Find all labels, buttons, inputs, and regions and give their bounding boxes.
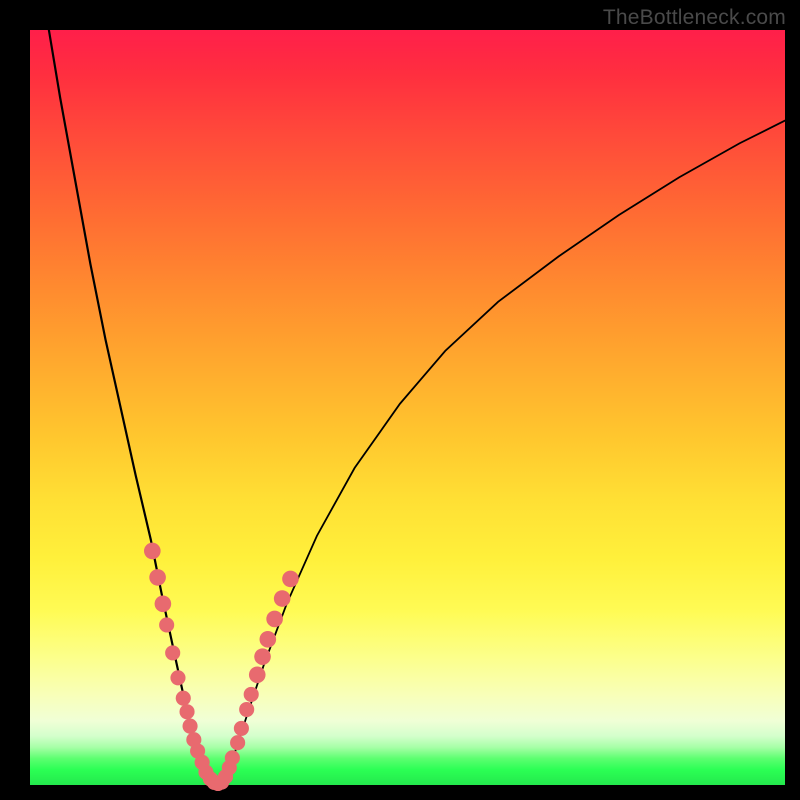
highlight-dot bbox=[183, 719, 198, 734]
highlight-dot bbox=[266, 611, 283, 628]
curve-group bbox=[49, 30, 785, 785]
highlight-dot bbox=[234, 721, 249, 736]
highlight-dot bbox=[239, 702, 254, 717]
highlight-dot bbox=[176, 691, 191, 706]
chart-svg bbox=[30, 30, 785, 785]
highlight-dot bbox=[155, 595, 172, 612]
highlight-dot bbox=[244, 687, 259, 702]
plot-area bbox=[30, 30, 785, 785]
highlight-dot bbox=[170, 670, 185, 685]
highlight-dot bbox=[159, 617, 174, 632]
highlight-dot bbox=[260, 631, 277, 648]
highlight-dot bbox=[254, 648, 271, 665]
highlight-dot bbox=[149, 569, 166, 586]
highlight-dot bbox=[230, 735, 245, 750]
highlight-dot bbox=[249, 666, 266, 683]
chart-frame: TheBottleneck.com bbox=[0, 0, 800, 800]
highlight-dots bbox=[144, 543, 299, 791]
highlight-dot bbox=[179, 704, 194, 719]
watermark-text: TheBottleneck.com bbox=[603, 6, 786, 30]
left-curve bbox=[49, 30, 210, 783]
highlight-dot bbox=[274, 590, 291, 607]
highlight-dot bbox=[282, 571, 299, 588]
highlight-dot bbox=[144, 543, 161, 560]
highlight-dot bbox=[225, 750, 240, 765]
highlight-dot bbox=[165, 645, 180, 660]
right-curve bbox=[224, 121, 785, 783]
